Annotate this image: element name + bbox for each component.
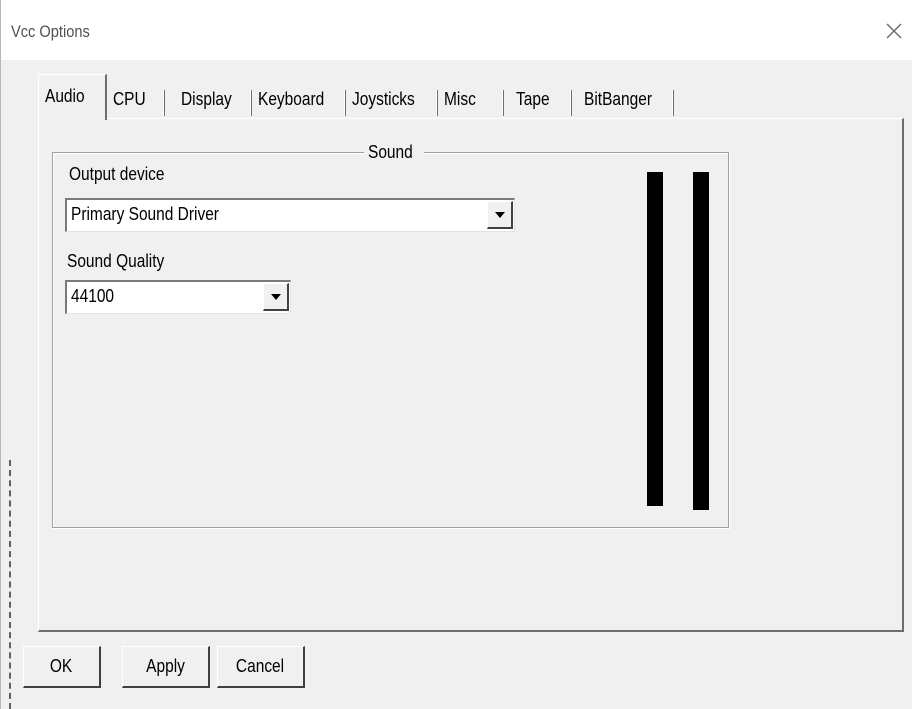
sound-quality-select[interactable]: 44100 (65, 280, 291, 314)
tab-tape[interactable]: Tape (510, 80, 572, 118)
tab-label: Tape (516, 89, 550, 109)
sound-quality-label: Sound Quality (67, 251, 165, 271)
close-icon (886, 23, 902, 39)
title-bar[interactable]: Vcc Options (1, 0, 912, 60)
tab-label: Keyboard (258, 89, 325, 109)
tab-misc[interactable]: Misc (438, 80, 504, 118)
tab-label: Audio (45, 86, 85, 106)
cancel-button[interactable]: Cancel (217, 646, 305, 688)
sound-quality-value: 44100 (71, 286, 115, 306)
output-device-value: Primary Sound Driver (71, 204, 219, 224)
close-button[interactable] (879, 14, 909, 48)
output-device-select[interactable]: Primary Sound Driver (65, 198, 515, 232)
tab-label: Joysticks (352, 89, 415, 109)
tab-keyboard[interactable]: Keyboard (252, 80, 346, 118)
left-volume-meter (647, 172, 663, 506)
tab-joysticks[interactable]: Joysticks (346, 80, 438, 118)
sound-group-title: Sound (364, 142, 425, 162)
apply-button[interactable]: Apply (122, 646, 210, 688)
tab-cpu[interactable]: CPU (107, 80, 165, 118)
tab-label: Display (181, 89, 232, 109)
tab-separator (163, 90, 165, 116)
output-device-label: Output device (69, 164, 165, 184)
tab-display[interactable]: Display (175, 80, 252, 118)
sound-quality-dropdown-button[interactable] (263, 283, 289, 311)
tab-separator (570, 90, 572, 116)
ok-button[interactable]: OK (23, 646, 101, 688)
output-device-dropdown-button[interactable] (487, 201, 513, 229)
tab-label: CPU (113, 89, 146, 109)
options-dialog: Vcc Options Audio CPU Display Keyboard J… (0, 0, 912, 709)
right-volume-meter (693, 172, 709, 510)
chevron-down-icon (494, 211, 505, 218)
window-edge-dots (9, 460, 11, 709)
tab-bitbanger[interactable]: BitBanger (578, 80, 674, 118)
tab-label: Misc (444, 89, 476, 109)
window-title: Vcc Options (11, 22, 90, 41)
tab-label: BitBanger (584, 89, 652, 109)
tab-audio[interactable]: Audio (38, 74, 107, 120)
tab-separator (672, 90, 674, 116)
tab-separator (502, 90, 504, 116)
chevron-down-icon (270, 293, 281, 300)
